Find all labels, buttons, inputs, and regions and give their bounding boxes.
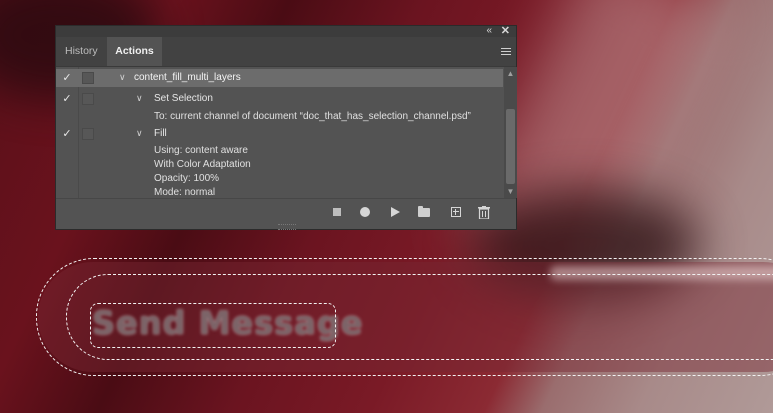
dialog-toggle-box[interactable] bbox=[82, 93, 94, 105]
folder-icon[interactable] bbox=[417, 205, 431, 219]
trash-icon[interactable] bbox=[477, 205, 491, 219]
resize-grip[interactable] bbox=[278, 224, 296, 230]
toggle-check-icon[interactable]: ✓ bbox=[61, 127, 73, 140]
scrollbar[interactable]: ▲ ▼ bbox=[504, 67, 517, 198]
actions-footer bbox=[56, 198, 516, 224]
actions-panel: « ✕ History Actions ✓ ∨ content_fill_mul… bbox=[55, 25, 517, 230]
tab-actions[interactable]: Actions bbox=[107, 37, 162, 66]
step-label: Fill bbox=[154, 128, 167, 139]
action-name: content_fill_multi_layers bbox=[134, 72, 241, 83]
new-action-icon[interactable] bbox=[449, 205, 463, 219]
scroll-up-icon[interactable]: ▲ bbox=[504, 69, 517, 78]
dialog-toggle-box[interactable] bbox=[82, 72, 94, 84]
actions-list: ✓ ∨ content_fill_multi_layers ✓ ∨ Set Se… bbox=[56, 67, 503, 198]
toggle-check-icon[interactable]: ✓ bbox=[61, 71, 73, 84]
step-row-fill[interactable]: ✓ ∨ Fill bbox=[56, 126, 503, 144]
scroll-thumb[interactable] bbox=[506, 109, 515, 184]
close-icon[interactable]: ✕ bbox=[501, 24, 510, 37]
step-detail: Using: content aware bbox=[154, 145, 248, 156]
dialog-toggle-box[interactable] bbox=[82, 128, 94, 140]
stop-icon[interactable] bbox=[330, 205, 344, 219]
step-detail: To: current channel of document “doc_tha… bbox=[154, 111, 471, 122]
action-row-content-fill[interactable]: ✓ ∨ content_fill_multi_layers bbox=[56, 69, 503, 87]
toggle-check-icon[interactable]: ✓ bbox=[61, 92, 73, 105]
step-label: Set Selection bbox=[154, 93, 213, 104]
chevron-down-icon[interactable]: ∨ bbox=[119, 72, 126, 83]
tab-history[interactable]: History bbox=[57, 37, 106, 66]
tab-bar: History Actions bbox=[56, 37, 516, 67]
collapse-icon[interactable]: « bbox=[486, 25, 492, 36]
step-detail: Mode: normal bbox=[154, 187, 216, 198]
step-detail: With Color Adaptation bbox=[154, 159, 251, 170]
play-icon[interactable] bbox=[388, 205, 402, 219]
record-icon[interactable] bbox=[358, 205, 372, 219]
step-detail: Opacity: 100% bbox=[154, 173, 220, 184]
selection-outline-text bbox=[90, 303, 336, 348]
scroll-down-icon[interactable]: ▼ bbox=[504, 187, 517, 196]
panel-menu-icon[interactable] bbox=[501, 48, 511, 56]
step-row-set-selection[interactable]: ✓ ∨ Set Selection bbox=[56, 91, 503, 109]
panel-header[interactable]: « ✕ bbox=[56, 24, 516, 37]
chevron-down-icon[interactable]: ∨ bbox=[136, 128, 143, 139]
chevron-down-icon[interactable]: ∨ bbox=[136, 93, 143, 104]
